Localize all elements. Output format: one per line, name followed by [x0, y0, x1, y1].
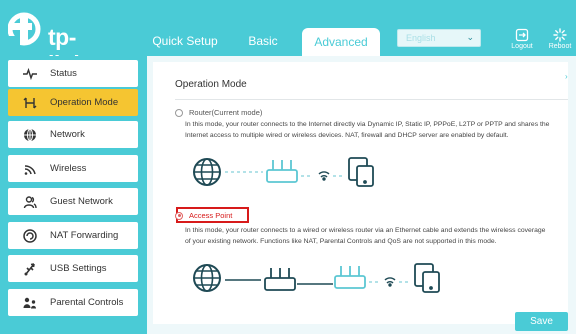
- sidebar-item-label: Network: [50, 129, 85, 140]
- sidebar-item-nat-forwarding[interactable]: NAT Forwarding: [8, 222, 138, 249]
- main-content: Operation Mode Router(Current mode) In t…: [147, 56, 576, 334]
- tab-basic[interactable]: Basic: [240, 0, 286, 56]
- router-mode-description-line2: Internet access to multiple wired or wir…: [185, 131, 509, 139]
- reboot-icon: [553, 28, 567, 42]
- access-point-diagram: [193, 263, 440, 293]
- router-mode-radio[interactable]: [175, 108, 183, 117]
- sidebar-item-label: Status: [50, 68, 77, 79]
- router-icon: [266, 160, 298, 183]
- wifi-signal-icon: [318, 171, 330, 181]
- tp-link-logo-icon: [7, 12, 41, 46]
- access-point-mode-option[interactable]: Access Point: [175, 211, 232, 220]
- logout-button[interactable]: Logout: [507, 28, 537, 52]
- tab-advanced[interactable]: Advanced: [302, 28, 380, 56]
- swap-arrows-icon: [22, 96, 38, 110]
- wifi-signal-icon: [384, 277, 396, 287]
- tp-link-logo: tp-link: [7, 12, 94, 77]
- devices-icon: [348, 157, 374, 187]
- help-edge-icon[interactable]: ›: [565, 72, 568, 81]
- access-point-description-line2: of your existing network. Functions like…: [185, 237, 497, 245]
- sidebar-item-network[interactable]: Network: [8, 121, 138, 148]
- sidebar-item-label: Guest Network: [50, 196, 113, 207]
- operation-mode-panel: Operation Mode Router(Current mode) In t…: [153, 62, 568, 324]
- tab-quick-setup[interactable]: Quick Setup: [150, 0, 220, 56]
- internet-globe-icon: [193, 264, 221, 292]
- sidebar-item-label: NAT Forwarding: [50, 230, 119, 241]
- sidebar: Status Operation Mode Network Wireless G…: [0, 56, 147, 334]
- main-router-icon: [264, 268, 296, 291]
- sidebar-item-guest-network[interactable]: Guest Network: [8, 188, 138, 215]
- sidebar-item-parental-controls[interactable]: Parental Controls: [8, 289, 138, 316]
- sidebar-item-status[interactable]: Status: [8, 60, 138, 87]
- language-value: English: [406, 33, 436, 43]
- chevron-down-icon: ⌄: [466, 32, 474, 42]
- access-point-mode-label: Access Point: [189, 211, 233, 220]
- router-mode-description: In this mode, your router connects to th…: [185, 120, 563, 141]
- devices-icon: [414, 263, 440, 293]
- router-mode-label: Router(Current mode): [189, 108, 263, 117]
- divider: [175, 99, 568, 100]
- reboot-button[interactable]: Reboot: [545, 28, 575, 52]
- page-title: Operation Mode: [175, 79, 247, 90]
- sidebar-item-operation-mode[interactable]: Operation Mode: [8, 89, 138, 116]
- usb-icon: [22, 262, 38, 276]
- parental-icon: [22, 296, 38, 310]
- access-point-router-icon: [334, 266, 366, 289]
- access-point-mode-radio[interactable]: [175, 211, 183, 220]
- reboot-label: Reboot: [548, 43, 572, 50]
- internet-globe-icon: [193, 158, 221, 186]
- save-button[interactable]: Save: [515, 312, 568, 331]
- router-mode-description-line1: In this mode, your router connects to th…: [185, 121, 550, 128]
- nat-icon: [22, 228, 38, 243]
- users-icon: [22, 195, 38, 209]
- router-mode-diagram: [193, 157, 374, 187]
- language-select[interactable]: English ⌄: [397, 29, 481, 47]
- access-point-mode-description: In this mode, your router connects to a …: [185, 226, 563, 247]
- sidebar-item-label: Parental Controls: [50, 297, 124, 308]
- logout-icon: [515, 28, 529, 42]
- sidebar-item-label: USB Settings: [50, 263, 107, 274]
- sidebar-item-wireless[interactable]: Wireless: [8, 155, 138, 182]
- wifi-icon: [22, 162, 38, 176]
- sidebar-item-label: Operation Mode: [50, 97, 119, 108]
- globe-icon: [22, 128, 38, 142]
- sidebar-item-usb-settings[interactable]: USB Settings: [8, 255, 138, 282]
- sidebar-item-label: Wireless: [50, 163, 87, 174]
- pulse-icon: [22, 67, 38, 81]
- router-mode-option[interactable]: Router(Current mode): [175, 108, 262, 117]
- access-point-description-line1: In this mode, your router connects to a …: [185, 227, 546, 234]
- top-header: tp-link Quick Setup Basic Advanced Engli…: [0, 0, 576, 77]
- logout-label: Logout: [511, 43, 533, 50]
